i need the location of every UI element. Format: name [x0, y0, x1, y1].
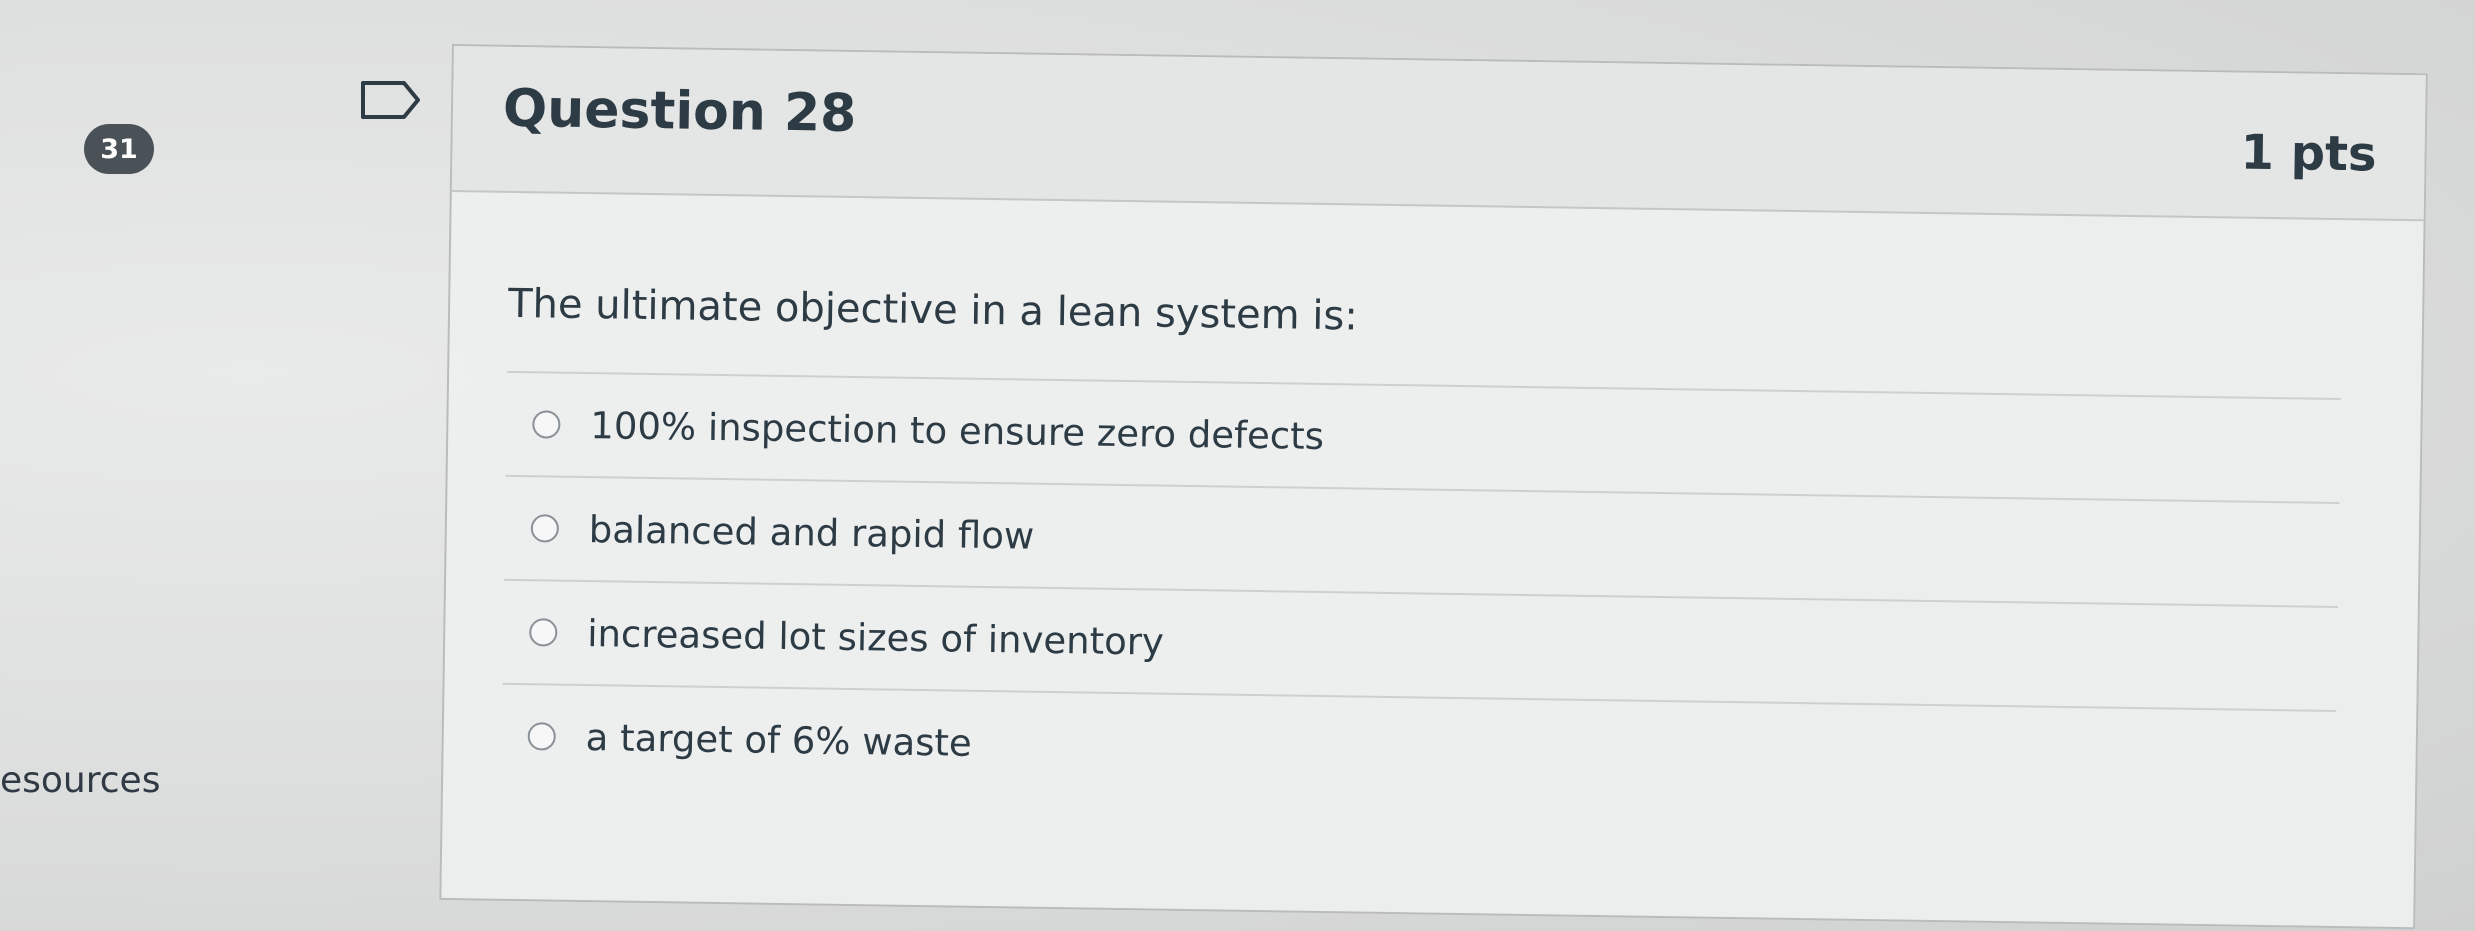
- flag-icon: [361, 81, 420, 119]
- sidebar-resources-link[interactable]: esources: [0, 760, 160, 801]
- answer-label[interactable]: balanced and rapid flow: [589, 508, 1035, 558]
- answer-list: 100% inspection to ensure zero defects b…: [500, 370, 2341, 815]
- answer-label[interactable]: 100% inspection to ensure zero defects: [590, 404, 1324, 458]
- question-body: The ultimate objective in a lean system …: [443, 192, 2424, 815]
- question-card: Question 28 1 pts The ultimate objective…: [439, 44, 2428, 930]
- answer-label[interactable]: increased lot sizes of inventory: [587, 612, 1164, 664]
- radio-button-icon[interactable]: [527, 722, 556, 751]
- question-number-badge[interactable]: 31: [84, 124, 154, 174]
- radio-button-icon[interactable]: [529, 618, 558, 647]
- question-header: Question 28 1 pts: [451, 46, 2426, 222]
- question-title: Question 28: [502, 78, 857, 145]
- question-prompt: The ultimate objective in a lean system …: [507, 280, 1359, 340]
- question-points: 1 pts: [2240, 124, 2377, 183]
- answer-label[interactable]: a target of 6% waste: [585, 716, 972, 765]
- radio-button-icon[interactable]: [530, 514, 560, 543]
- radio-button-icon[interactable]: [532, 410, 561, 439]
- flag-question-button[interactable]: [360, 80, 422, 124]
